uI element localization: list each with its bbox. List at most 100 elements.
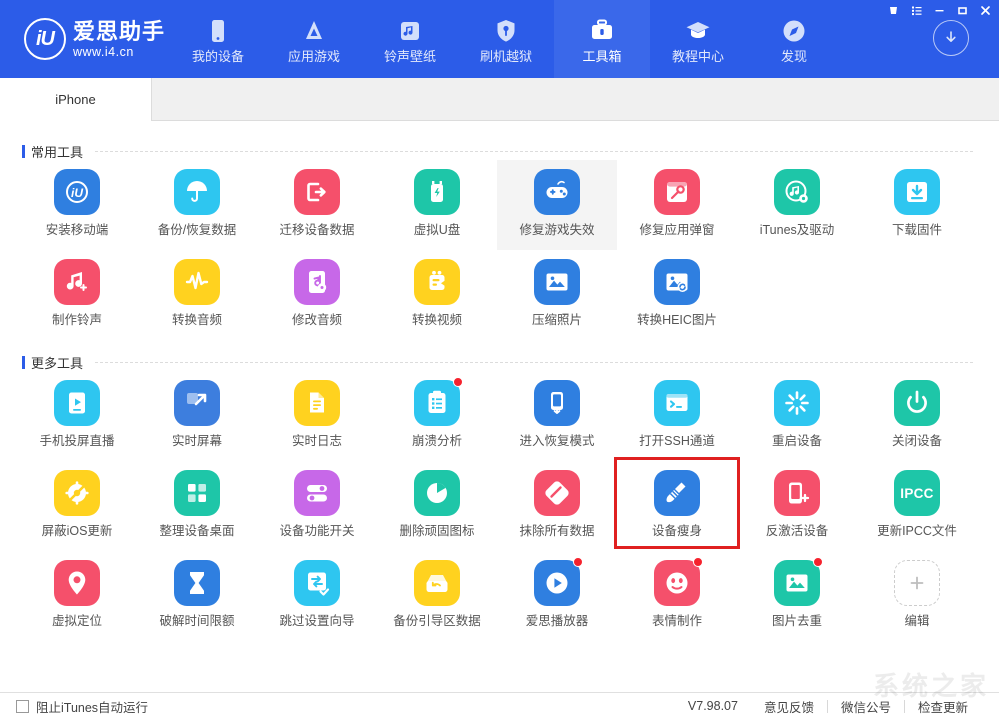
- toolbox-content: 常用工具 iU 安装移动端 备份/恢复数据 迁移设备数据 虚拟U盘 修复游戏失效 修复应用弹…: [0, 121, 999, 692]
- window-wrench-icon: [654, 169, 700, 215]
- app-logo[interactable]: iU 爱思助手 www.i4.cn: [0, 0, 170, 78]
- tool-cell[interactable]: 关闭设备: [857, 371, 977, 461]
- ipcc-text-icon: IPCC: [894, 470, 940, 516]
- tool-cell[interactable]: iU 安装移动端: [17, 160, 137, 250]
- tool-label: 爱思播放器: [525, 614, 589, 628]
- skip-setup-icon: [294, 560, 340, 606]
- tool-cell[interactable]: 压缩照片: [497, 250, 617, 340]
- block-itunes-checkbox[interactable]: 阻止iTunes自动运行: [0, 697, 148, 716]
- tool-cell[interactable]: 抹除所有数据: [497, 461, 617, 551]
- screencast-play-icon: [54, 380, 100, 426]
- tool-cell[interactable]: 重启设备: [737, 371, 857, 461]
- photo-icon: [534, 259, 580, 305]
- tool-label: 打开SSH通道: [639, 434, 715, 448]
- tool-cell[interactable]: 设备瘦身: [617, 461, 737, 551]
- tool-cell[interactable]: 实时日志: [257, 371, 377, 461]
- tool-label: 关闭设备: [891, 434, 942, 448]
- tool-cell[interactable]: 爱思播放器: [497, 551, 617, 641]
- tool-cell[interactable]: 修改音频: [257, 250, 377, 340]
- tool-cell[interactable]: 转换视频: [377, 250, 497, 340]
- nav-item-3[interactable]: 刷机越狱: [458, 0, 554, 78]
- location-pin-icon: [54, 560, 100, 606]
- restart-burst-icon: [774, 380, 820, 426]
- tool-cell[interactable]: 破解时间限额: [137, 551, 257, 641]
- toggles-icon: [294, 470, 340, 516]
- nav-item-2[interactable]: 铃声壁纸: [362, 0, 458, 78]
- tool-cell[interactable]: 备份/恢复数据: [137, 160, 257, 250]
- tool-cell[interactable]: 跳过设置向导: [257, 551, 377, 641]
- tool-cell[interactable]: 编辑: [857, 551, 977, 641]
- common-tools-grid: iU 安装移动端 备份/恢复数据 迁移设备数据 虚拟U盘 修复游戏失效 修复应用弹窗 iTun…: [17, 160, 999, 340]
- tool-label: 设备瘦身: [651, 524, 702, 538]
- maximize-icon[interactable]: [951, 1, 974, 19]
- nav-item-label: 发现: [780, 49, 807, 64]
- section-title: 常用工具: [31, 144, 84, 160]
- tool-label: 崩溃分析: [411, 434, 462, 448]
- tool-label: 重启设备: [771, 434, 822, 448]
- tool-cell[interactable]: 设备功能开关: [257, 461, 377, 551]
- nav-item-5[interactable]: 教程中心: [650, 0, 746, 78]
- section-title: 更多工具: [31, 355, 84, 371]
- phone-icon: [205, 18, 231, 44]
- tool-cell[interactable]: 反激活设备: [737, 461, 857, 551]
- tool-label: 转换HEIC图片: [637, 313, 717, 327]
- i4-logo-icon: iU: [54, 169, 100, 215]
- waveform-icon: [174, 259, 220, 305]
- tool-cell[interactable]: 打开SSH通道: [617, 371, 737, 461]
- tab-iphone[interactable]: iPhone: [0, 78, 152, 121]
- nav-item-1[interactable]: 应用游戏: [266, 0, 362, 78]
- tool-cell[interactable]: 备份引导区数据: [377, 551, 497, 641]
- tool-cell[interactable]: 崩溃分析: [377, 371, 497, 461]
- tool-cell[interactable]: 屏蔽iOS更新: [17, 461, 137, 551]
- compass-icon: [781, 18, 807, 44]
- screen-expand-icon: [174, 380, 220, 426]
- tool-cell[interactable]: 进入恢复模式: [497, 371, 617, 461]
- tool-cell[interactable]: 图片去重: [737, 551, 857, 641]
- nav-item-0[interactable]: 我的设备: [170, 0, 266, 78]
- tool-label: 备份引导区数据: [393, 614, 481, 628]
- tool-cell[interactable]: 迁移设备数据: [257, 160, 377, 250]
- checkbox-input[interactable]: [16, 699, 29, 713]
- check-update-link[interactable]: 检查更新: [905, 697, 981, 716]
- minimize-icon[interactable]: [928, 1, 951, 19]
- tool-cell[interactable]: 实时屏幕: [137, 371, 257, 461]
- tool-label: 抹除所有数据: [519, 524, 595, 538]
- menu-icon[interactable]: [905, 1, 928, 19]
- nav-item-label: 应用游戏: [287, 49, 340, 64]
- tool-cell[interactable]: 转换HEIC图片: [617, 250, 737, 340]
- download-icon[interactable]: [933, 20, 969, 56]
- tool-cell[interactable]: 表情制作: [617, 551, 737, 641]
- phone-plus-icon: [774, 470, 820, 516]
- tool-cell[interactable]: 删除顽固图标: [377, 461, 497, 551]
- tool-cell[interactable]: 下载固件: [857, 160, 977, 250]
- nav-item-6[interactable]: 发现: [746, 0, 842, 78]
- tool-cell[interactable]: IPCC 更新IPCC文件: [857, 461, 977, 551]
- photo-refresh-icon: [654, 259, 700, 305]
- eraser-icon: [534, 470, 580, 516]
- tool-cell[interactable]: 转换音频: [137, 250, 257, 340]
- window-controls: [882, 1, 997, 19]
- tool-cell[interactable]: 虚拟U盘: [377, 160, 497, 250]
- transfer-out-icon: [294, 169, 340, 215]
- tool-cell[interactable]: 虚拟定位: [17, 551, 137, 641]
- checkbox-label: 阻止iTunes自动运行: [36, 700, 149, 715]
- tool-cell[interactable]: 修复游戏失效: [497, 160, 617, 250]
- section-rule: [95, 150, 973, 152]
- skin-icon[interactable]: [882, 1, 905, 19]
- tool-cell[interactable]: 手机投屏直播: [17, 371, 137, 461]
- close-icon[interactable]: [974, 1, 997, 19]
- tool-label: 编辑: [904, 614, 930, 628]
- tool-label: 表情制作: [651, 614, 702, 628]
- audio-edit-icon: [294, 259, 340, 305]
- nav-item-4[interactable]: 工具箱: [554, 0, 650, 78]
- tool-cell[interactable]: iTunes及驱动: [737, 160, 857, 250]
- tool-label: 实时日志: [291, 434, 342, 448]
- tool-cell[interactable]: 修复应用弹窗: [617, 160, 737, 250]
- tool-label: 制作铃声: [51, 313, 102, 327]
- tool-cell[interactable]: 制作铃声: [17, 250, 137, 340]
- tool-cell[interactable]: 整理设备桌面: [137, 461, 257, 551]
- section-rule: [95, 361, 973, 363]
- wechat-link[interactable]: 微信公号: [828, 697, 904, 716]
- feedback-link[interactable]: 意见反馈: [751, 697, 827, 716]
- notification-badge: [813, 557, 823, 567]
